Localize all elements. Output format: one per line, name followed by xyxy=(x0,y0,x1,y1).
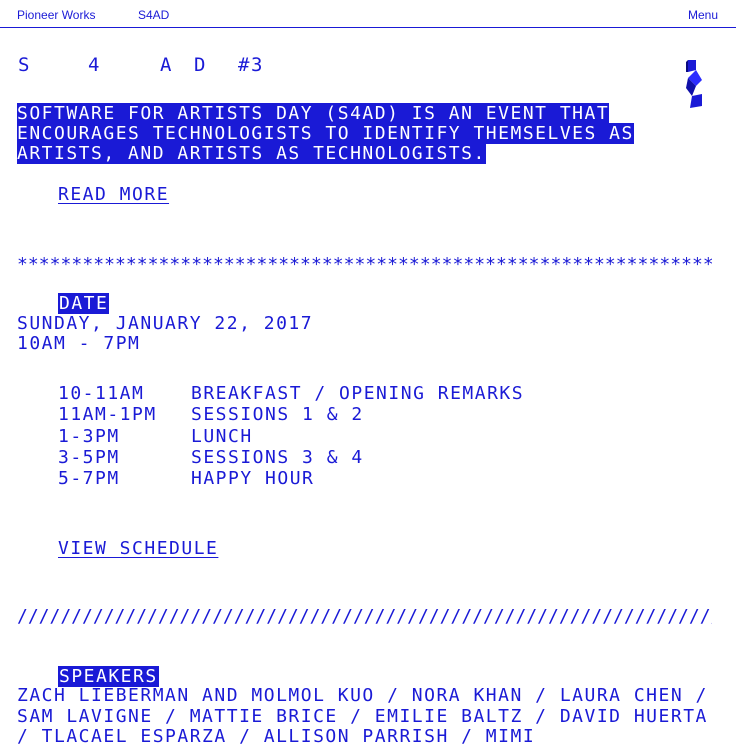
intro-line: SOFTWARE FOR ARTISTS DAY (S4AD) IS AN EV… xyxy=(17,103,610,124)
read-more-link[interactable]: READ MORE xyxy=(58,184,169,205)
schedule-event: SESSIONS 1 & 2 xyxy=(191,404,364,425)
schedule-time: 3-5PM xyxy=(58,447,120,468)
view-schedule-link[interactable]: VIEW SCHEDULE xyxy=(58,538,218,559)
menu-button[interactable]: Menu xyxy=(688,8,718,22)
top-nav-bar: Pioneer Works S4AD Menu xyxy=(0,0,736,28)
brand-link[interactable]: Pioneer Works xyxy=(17,8,95,22)
title-char: #3 xyxy=(238,54,264,76)
schedule-time: 10-11AM xyxy=(58,383,145,404)
title-char: 4 xyxy=(88,54,101,76)
schedule-event: LUNCH xyxy=(191,426,253,447)
event-hours: 10AM - 7PM xyxy=(17,333,141,354)
title-char: S xyxy=(18,54,31,76)
schedule-time: 11AM-1PM xyxy=(58,404,157,425)
title-char: A xyxy=(160,54,173,76)
star-divider: ****************************************… xyxy=(17,254,712,275)
intro-line: ARTISTS, AND ARTISTS AS TECHNOLOGISTS. xyxy=(17,143,486,164)
schedule-time: 5-7PM xyxy=(58,468,120,489)
schedule-time: 1-3PM xyxy=(58,426,120,447)
slash-divider: ////////////////////////////////////////… xyxy=(17,606,712,627)
intro-paragraph: SOFTWARE FOR ARTISTS DAY (S4AD) IS AN EV… xyxy=(17,103,697,164)
section-link[interactable]: S4AD xyxy=(138,8,169,22)
speakers-list: ZACH LIEBERMAN AND MOLMOL KUO / NORA KHA… xyxy=(17,685,708,747)
intro-line: ENCOURAGES TECHNOLOGISTS TO IDENTIFY THE… xyxy=(17,123,634,144)
event-date: SUNDAY, JANUARY 22, 2017 xyxy=(17,313,314,334)
schedule-event: HAPPY HOUR xyxy=(191,468,315,489)
speakers-label: SPEAKERS xyxy=(58,666,159,687)
schedule-event: BREAKFAST / OPENING REMARKS xyxy=(191,383,525,404)
schedule-event: SESSIONS 3 & 4 xyxy=(191,447,364,468)
date-label: DATE xyxy=(58,293,110,314)
s-ribbon-logo-icon xyxy=(686,60,702,108)
title-char: D xyxy=(194,54,207,76)
